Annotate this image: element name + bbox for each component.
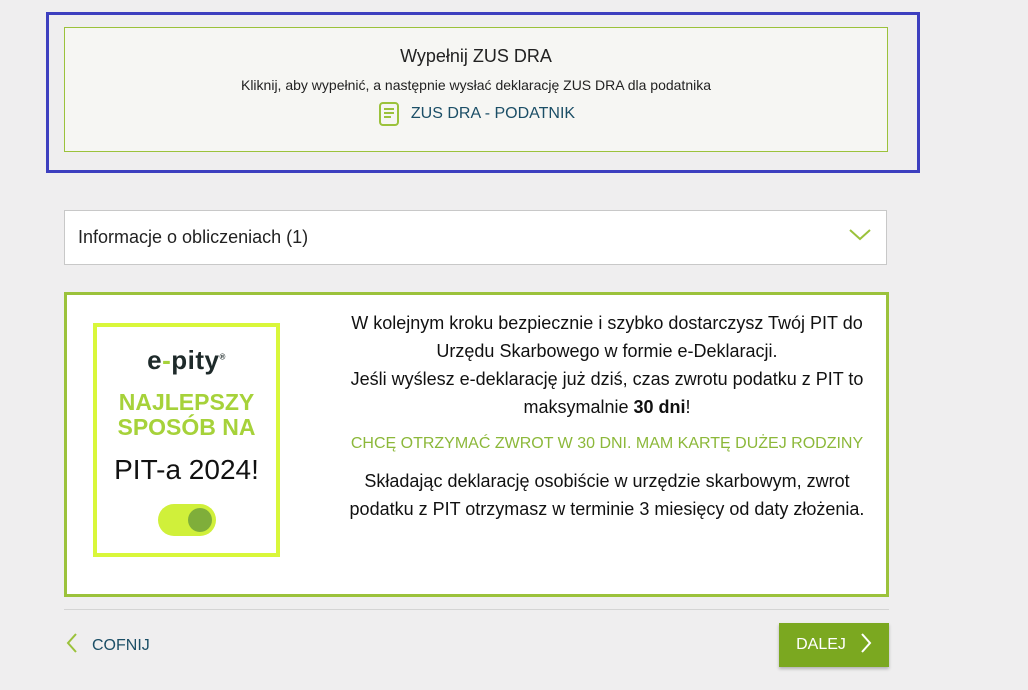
zus-dra-link-label: ZUS DRA - PODATNIK [410,105,576,122]
next-button-label: DALEJ [796,636,846,653]
back-button[interactable]: COFNIJ [66,632,150,659]
calculation-info-accordion[interactable]: Informacje o obliczeniach (1) [64,210,887,265]
promo-text-line1: W kolejnym kroku bezpiecznie i szybko do… [351,313,863,361]
accordion-label: Informacje o obliczeniach (1) [78,227,309,247]
zus-dra-subtitle: Kliknij, aby wypełnić, a następnie wysła… [240,77,711,93]
promo-text-block: W kolejnym kroku bezpiecznie i szybko do… [347,309,867,523]
chevron-right-icon [860,632,872,659]
chevron-left-icon [66,632,78,659]
zus-dra-title: Wypełnij ZUS DRA [400,46,552,66]
promo-text-tail: Składając deklarację osobiście w urzędzi… [349,471,865,519]
chevron-down-icon [848,228,872,247]
e-declaration-promo: e-pity® NAJLEPSZY SPOSÓB NA PIT-a 2024! … [64,292,889,597]
back-button-label: COFNIJ [92,636,150,654]
toggle-icon [157,504,216,536]
epity-banner: e-pity® NAJLEPSZY SPOSÓB NA PIT-a 2024! [93,323,280,557]
zus-dra-card: Wypełnij ZUS DRA Kliknij, aby wypełnić, … [64,27,888,152]
next-button[interactable]: DALEJ [779,623,889,667]
zus-dra-podatnik-link[interactable]: ZUS DRA - PODATNIK [377,101,575,127]
banner-headline: NAJLEPSZY SPOSÓB NA [117,389,256,440]
banner-year-text: PIT-a 2024! [114,454,259,485]
document-icon [377,101,401,127]
promo-text-line2: Jeśli wyślesz e-deklarację już dziś, cza… [350,369,864,417]
epity-logo: e-pity® [147,345,226,375]
divider [64,609,889,610]
large-family-card-link[interactable]: CHCĘ OTRZYMAĆ ZWROT W 30 DNI. MAM KARTĘ … [347,431,867,457]
